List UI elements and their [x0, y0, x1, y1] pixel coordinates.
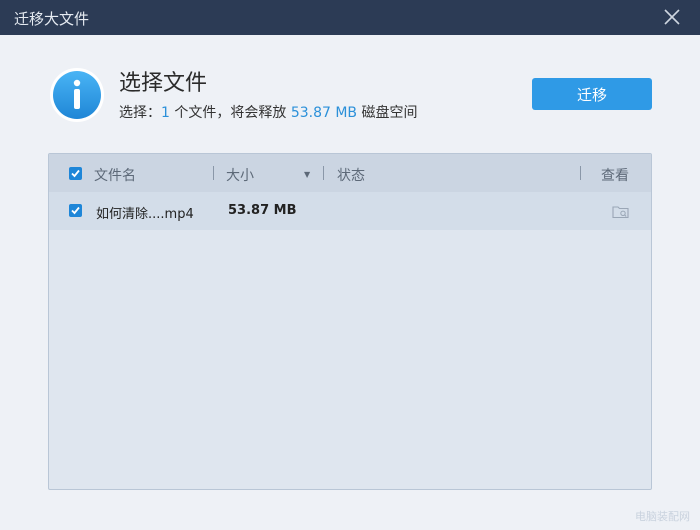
watermark: 电脑装配网: [635, 510, 690, 523]
select-all-checkbox[interactable]: [69, 167, 82, 180]
column-divider[interactable]: [580, 166, 581, 180]
page-title: 选择文件: [119, 71, 208, 96]
info-icon: [49, 67, 105, 123]
column-divider[interactable]: [213, 166, 214, 180]
free-size: 53.87 MB: [290, 105, 358, 121]
row-checkbox[interactable]: [69, 204, 82, 217]
close-icon[interactable]: [662, 7, 682, 27]
column-view[interactable]: 查看: [601, 165, 629, 185]
selection-summary: 选择：1 个文件，将会释放 53.87 MB 磁盘空间: [119, 102, 418, 122]
title-bar: 迁移大文件: [0, 0, 700, 35]
migrate-button[interactable]: 迁移: [532, 78, 652, 110]
checkbox-checked-icon: [71, 206, 80, 215]
summary-prefix: 选择：: [119, 105, 161, 121]
sort-down-icon[interactable]: ▼: [304, 170, 310, 179]
column-status[interactable]: 状态: [337, 165, 365, 185]
file-size: 53.87 MB: [228, 203, 297, 218]
folder-view-icon[interactable]: [612, 204, 630, 219]
column-divider[interactable]: [323, 166, 324, 180]
selected-count: 1: [161, 105, 170, 121]
file-name: 如何清除....mp4: [96, 207, 194, 222]
summary-mid: 个文件，将会释放: [174, 105, 287, 121]
file-table: 文件名 大小 ▼ 状态 查看 如何清除....mp4 53.87 MB: [48, 153, 652, 490]
window-title: 迁移大文件: [14, 10, 90, 28]
column-size[interactable]: 大小: [226, 165, 254, 185]
column-name[interactable]: 文件名: [94, 165, 136, 185]
table-row[interactable]: 如何清除....mp4 53.87 MB: [49, 192, 651, 230]
checkbox-checked-icon: [71, 169, 80, 178]
summary-suffix: 磁盘空间: [361, 105, 418, 121]
table-header: 文件名 大小 ▼ 状态 查看: [49, 154, 651, 192]
